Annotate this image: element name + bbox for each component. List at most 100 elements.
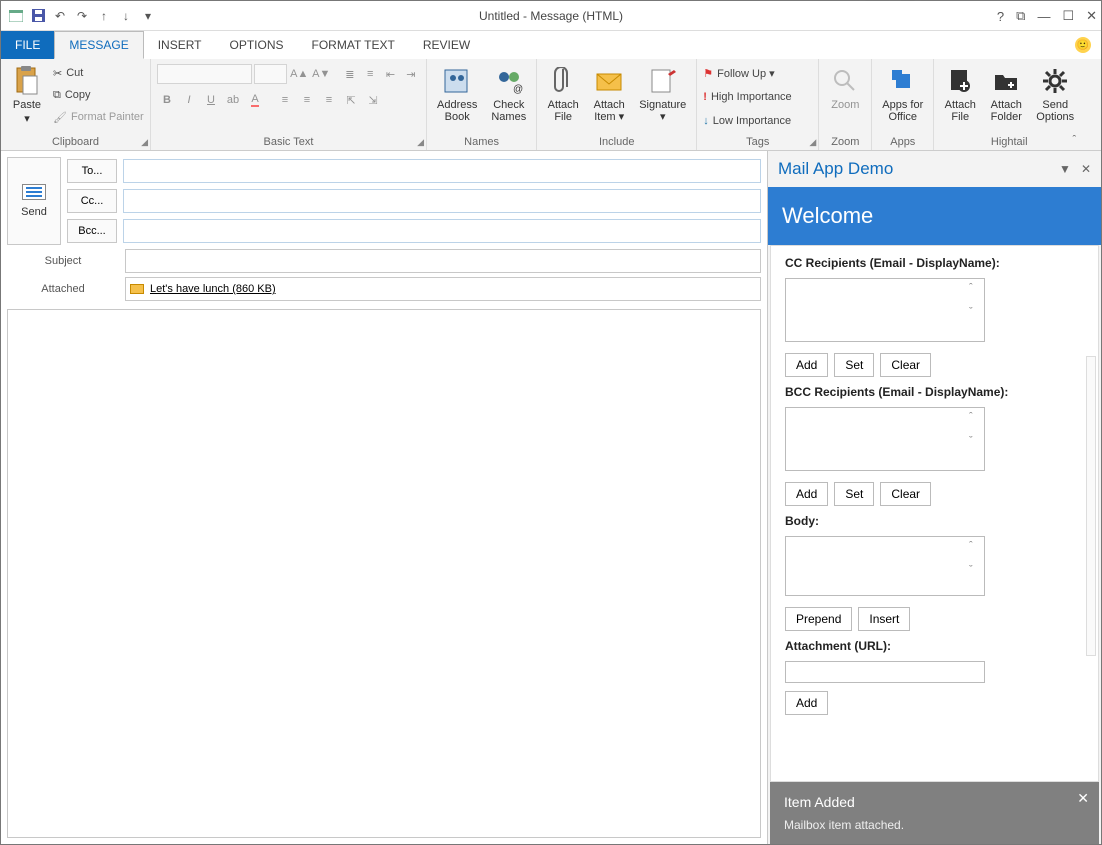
collapse-ribbon-icon[interactable]: ˆ <box>1073 134 1077 146</box>
zoom-button[interactable]: Zoom <box>825 63 865 136</box>
italic-icon[interactable]: I <box>179 90 199 110</box>
body-prepend-button[interactable]: Prepend <box>785 607 852 631</box>
feedback-smiley-icon[interactable]: 🙂 <box>1075 37 1091 53</box>
bcc-button[interactable]: Bcc... <box>67 219 117 243</box>
bcc-clear-button[interactable]: Clear <box>880 482 931 506</box>
attachment-url-input[interactable] <box>785 661 985 683</box>
folder-plus-icon <box>990 65 1022 97</box>
attach-item-button[interactable]: Attach Item ▾ <box>589 63 629 136</box>
tab-message[interactable]: MESSAGE <box>54 31 143 59</box>
tab-options[interactable]: OPTIONS <box>216 31 298 59</box>
bold-icon[interactable]: B <box>157 90 177 110</box>
check-names-button[interactable]: @Check Names <box>487 63 530 136</box>
tab-format-text[interactable]: FORMAT TEXT <box>298 31 409 59</box>
cc-input[interactable] <box>123 189 761 213</box>
pane-title: Mail App Demo <box>778 159 893 179</box>
to-button[interactable]: To... <box>67 159 117 183</box>
maximize-icon[interactable]: ☐ <box>1062 8 1074 24</box>
cc-recipients-label: CC Recipients (Email - DisplayName): <box>785 256 1084 270</box>
hightail-attach-folder-button[interactable]: Attach Folder <box>986 63 1026 136</box>
cc-spin-up-icon[interactable]: ˆ <box>969 282 973 294</box>
hightail-attach-file-button[interactable]: Attach File <box>940 63 980 136</box>
minimize-icon[interactable]: — <box>1037 9 1050 24</box>
apps-for-office-button[interactable]: Apps for Office <box>878 63 927 136</box>
signature-button[interactable]: Signature ▾ <box>635 63 690 136</box>
cc-set-button[interactable]: Set <box>834 353 874 377</box>
to-input[interactable] <box>123 159 761 183</box>
qat-window-icon[interactable] <box>7 7 25 25</box>
send-button[interactable]: Send <box>7 157 61 245</box>
attach-file-button[interactable]: Attach File <box>543 63 583 136</box>
tab-file[interactable]: FILE <box>1 31 54 59</box>
align-right-icon[interactable]: ≡ <box>319 90 339 110</box>
body-spin-down-icon[interactable]: ˇ <box>969 564 973 576</box>
pane-close-icon[interactable]: ✕ <box>1081 162 1091 176</box>
save-icon[interactable] <box>29 7 47 25</box>
increase-indent-icon[interactable]: ⇲ <box>363 90 383 110</box>
clipboard-launcher-icon[interactable]: ◢ <box>141 137 148 148</box>
body-spin-up-icon[interactable]: ˆ <box>969 540 973 552</box>
font-size-select[interactable] <box>254 64 287 84</box>
bcc-set-button[interactable]: Set <box>834 482 874 506</box>
body-textarea[interactable] <box>785 536 985 596</box>
align-left-icon[interactable]: ≡ <box>275 90 295 110</box>
decrease-indent-icon[interactable]: ⇱ <box>341 90 361 110</box>
align-center-icon[interactable]: ≡ <box>297 90 317 110</box>
bcc-add-button[interactable]: Add <box>785 482 828 506</box>
low-importance-button[interactable]: ↓Low Importance <box>703 111 791 131</box>
copy-button[interactable]: ⧉Copy <box>53 85 144 105</box>
high-importance-button[interactable]: !High Importance <box>703 87 791 107</box>
basictext-launcher-icon[interactable]: ◢ <box>417 137 424 148</box>
bullets-icon[interactable]: ≣ <box>341 64 359 84</box>
attachment-link[interactable]: Let's have lunch (860 KB) <box>150 283 276 295</box>
cc-button[interactable]: Cc... <box>67 189 117 213</box>
underline-icon[interactable]: U <box>201 90 221 110</box>
brush-icon: 🖌 <box>53 111 67 124</box>
cc-clear-button[interactable]: Clear <box>880 353 931 377</box>
pane-menu-icon[interactable]: ▼ <box>1059 162 1071 176</box>
indent-icon[interactable]: ⇥ <box>402 64 420 84</box>
cc-add-button[interactable]: Add <box>785 353 828 377</box>
follow-up-button[interactable]: ⚑Follow Up ▾ <box>703 63 791 83</box>
down-icon[interactable]: ↓ <box>117 7 135 25</box>
bcc-input[interactable] <box>123 219 761 243</box>
pane-scrollbar[interactable] <box>1086 356 1096 656</box>
paste-button[interactable]: Paste▾ <box>7 63 47 136</box>
bcc-recipients-textarea[interactable] <box>785 407 985 471</box>
group-hightail: Attach File Attach Folder Send Options H… <box>934 59 1084 150</box>
attachment-add-button[interactable]: Add <box>785 691 828 715</box>
toast-close-icon[interactable]: ✕ <box>1077 790 1089 807</box>
cut-button[interactable]: ✂Cut <box>53 63 144 83</box>
highlight-icon[interactable]: ab <box>223 90 243 110</box>
pane-welcome-header: Welcome <box>768 187 1101 245</box>
body-insert-button[interactable]: Insert <box>858 607 910 631</box>
hightail-send-options-button[interactable]: Send Options <box>1032 63 1078 136</box>
mail-app-pane: Mail App Demo ▼ ✕ Welcome CC Recipients (… <box>767 151 1101 844</box>
up-icon[interactable]: ↑ <box>95 7 113 25</box>
tags-launcher-icon[interactable]: ◢ <box>809 137 816 148</box>
close-icon[interactable]: ✕ <box>1086 8 1097 24</box>
scissors-icon: ✂ <box>53 67 62 80</box>
message-body-editor[interactable] <box>7 309 761 838</box>
address-book-button[interactable]: Address Book <box>433 63 481 136</box>
undo-icon[interactable]: ↶ <box>51 7 69 25</box>
tab-insert[interactable]: INSERT <box>144 31 216 59</box>
cc-spin-down-icon[interactable]: ˇ <box>969 306 973 318</box>
redo-icon[interactable]: ↷ <box>73 7 91 25</box>
cc-recipients-textarea[interactable] <box>785 278 985 342</box>
numbering-icon[interactable]: ≡ <box>361 64 379 84</box>
qat-more-icon[interactable]: ▾ <box>139 7 157 25</box>
grow-font-icon[interactable]: A▲ <box>289 64 309 84</box>
shrink-font-icon[interactable]: A▼ <box>311 64 331 84</box>
subject-input[interactable] <box>125 249 761 273</box>
tab-review[interactable]: REVIEW <box>409 31 484 59</box>
outdent-icon[interactable]: ⇤ <box>381 64 399 84</box>
font-color-icon[interactable]: A <box>245 90 265 110</box>
bcc-spin-up-icon[interactable]: ˆ <box>969 411 973 423</box>
format-painter-button[interactable]: 🖌Format Painter <box>53 107 144 127</box>
popout-icon[interactable]: ⧉ <box>1016 8 1025 24</box>
font-family-select[interactable] <box>157 64 252 84</box>
bcc-spin-down-icon[interactable]: ˇ <box>969 435 973 447</box>
bcc-recipients-label: BCC Recipients (Email - DisplayName): <box>785 385 1084 399</box>
help-icon[interactable]: ? <box>997 9 1004 24</box>
